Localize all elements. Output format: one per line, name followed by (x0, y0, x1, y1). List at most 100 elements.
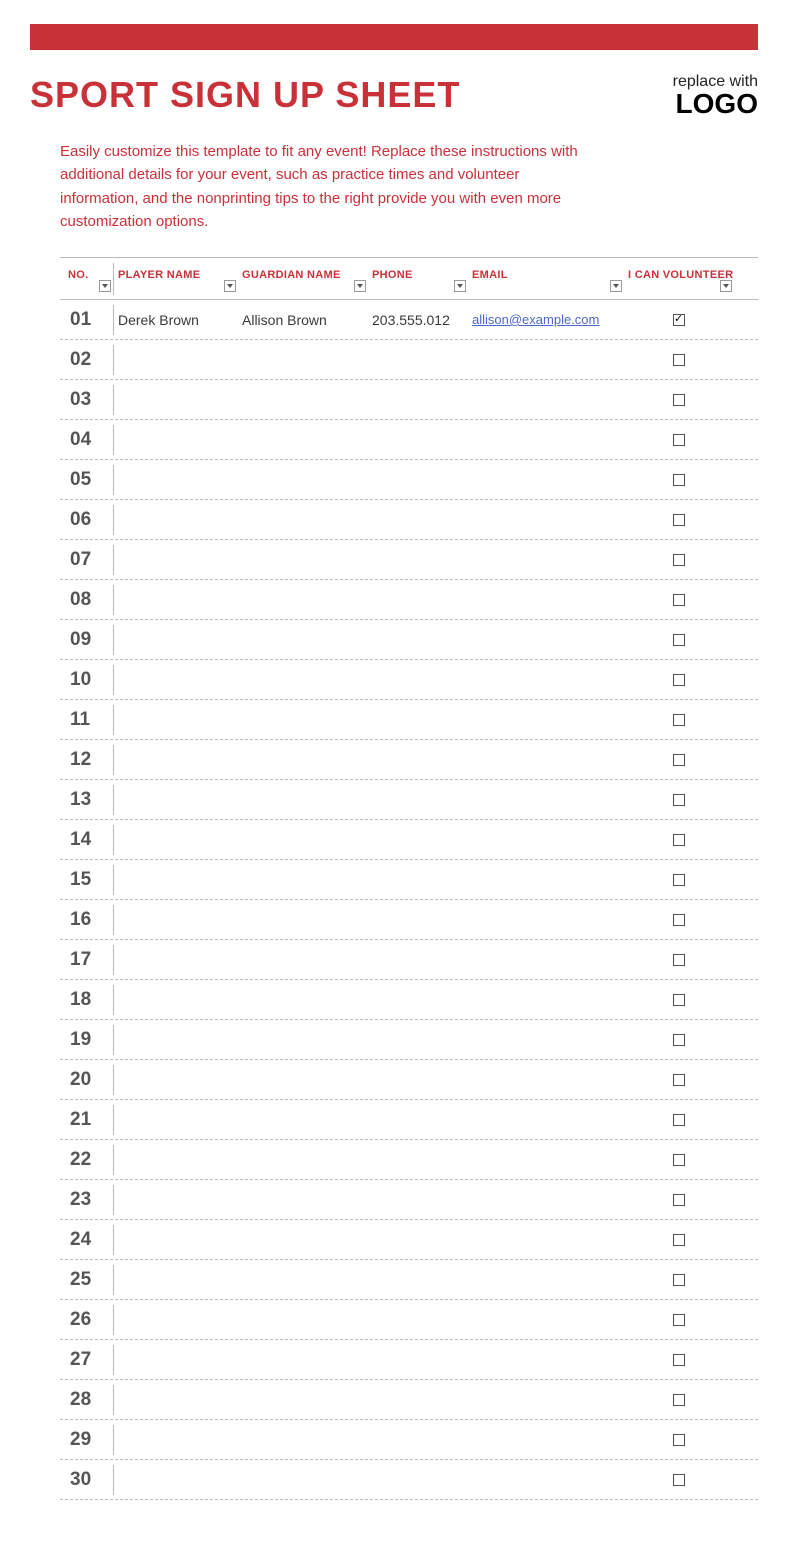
cell-volunteer[interactable] (624, 1150, 734, 1170)
cell-volunteer[interactable] (624, 350, 734, 370)
cell-phone[interactable] (368, 1156, 468, 1164)
cell-phone[interactable] (368, 396, 468, 404)
volunteer-checkbox[interactable] (673, 1034, 685, 1046)
volunteer-checkbox[interactable] (673, 1114, 685, 1126)
cell-phone[interactable] (368, 436, 468, 444)
cell-volunteer[interactable] (624, 1030, 734, 1050)
cell-email[interactable] (468, 516, 624, 524)
cell-volunteer[interactable] (624, 870, 734, 890)
cell-volunteer[interactable] (624, 630, 734, 650)
cell-player[interactable] (114, 516, 238, 524)
cell-email[interactable] (468, 676, 624, 684)
cell-phone[interactable] (368, 796, 468, 804)
col-header-phone[interactable]: PHONE (368, 263, 468, 295)
cell-phone[interactable] (368, 636, 468, 644)
cell-player[interactable] (114, 716, 238, 724)
cell-guardian[interactable] (238, 996, 368, 1004)
volunteer-checkbox[interactable] (673, 554, 685, 566)
filter-dropdown-icon[interactable] (354, 280, 366, 292)
filter-dropdown-icon[interactable] (99, 280, 111, 292)
cell-guardian[interactable] (238, 796, 368, 804)
cell-guardian[interactable] (238, 436, 368, 444)
cell-phone[interactable] (368, 1116, 468, 1124)
cell-phone[interactable] (368, 1356, 468, 1364)
cell-email[interactable] (468, 1436, 624, 1444)
col-header-volunteer[interactable]: I CAN VOLUNTEER (624, 263, 734, 295)
volunteer-checkbox[interactable] (673, 634, 685, 646)
cell-player[interactable] (114, 1156, 238, 1164)
cell-email[interactable] (468, 1236, 624, 1244)
col-header-email[interactable]: EMAIL (468, 263, 624, 295)
cell-email[interactable] (468, 356, 624, 364)
cell-phone[interactable] (368, 1196, 468, 1204)
cell-player[interactable] (114, 1036, 238, 1044)
cell-email[interactable] (468, 876, 624, 884)
cell-volunteer[interactable] (624, 1270, 734, 1290)
cell-email[interactable] (468, 796, 624, 804)
volunteer-checkbox[interactable] (673, 954, 685, 966)
cell-email[interactable] (468, 1076, 624, 1084)
cell-guardian[interactable] (238, 1316, 368, 1324)
cell-guardian[interactable] (238, 756, 368, 764)
filter-dropdown-icon[interactable] (610, 280, 622, 292)
cell-player[interactable] (114, 916, 238, 924)
cell-phone[interactable] (368, 1276, 468, 1284)
cell-email[interactable] (468, 1356, 624, 1364)
cell-volunteer[interactable] (624, 1230, 734, 1250)
volunteer-checkbox[interactable] (673, 354, 685, 366)
cell-volunteer[interactable] (624, 670, 734, 690)
volunteer-checkbox[interactable] (673, 754, 685, 766)
cell-volunteer[interactable] (624, 750, 734, 770)
col-header-player[interactable]: PLAYER NAME (114, 263, 238, 295)
cell-volunteer[interactable] (624, 1430, 734, 1450)
cell-guardian[interactable] (238, 596, 368, 604)
volunteer-checkbox[interactable] (673, 1234, 685, 1246)
cell-volunteer[interactable] (624, 510, 734, 530)
cell-volunteer[interactable] (624, 430, 734, 450)
cell-email[interactable] (468, 636, 624, 644)
cell-email[interactable] (468, 1196, 624, 1204)
cell-email[interactable] (468, 756, 624, 764)
volunteer-checkbox[interactable] (673, 674, 685, 686)
cell-player[interactable] (114, 436, 238, 444)
cell-guardian[interactable] (238, 516, 368, 524)
volunteer-checkbox[interactable] (673, 1074, 685, 1086)
cell-guardian[interactable] (238, 876, 368, 884)
cell-guardian[interactable] (238, 1436, 368, 1444)
cell-guardian[interactable] (238, 1116, 368, 1124)
cell-volunteer[interactable] (624, 830, 734, 850)
cell-email[interactable] (468, 1116, 624, 1124)
cell-email[interactable] (468, 596, 624, 604)
cell-player[interactable] (114, 1276, 238, 1284)
cell-player[interactable] (114, 396, 238, 404)
cell-phone[interactable] (368, 996, 468, 1004)
filter-dropdown-icon[interactable] (720, 280, 732, 292)
cell-email[interactable] (468, 396, 624, 404)
volunteer-checkbox[interactable] (673, 314, 685, 326)
cell-guardian[interactable] (238, 1236, 368, 1244)
volunteer-checkbox[interactable] (673, 514, 685, 526)
cell-player[interactable] (114, 1236, 238, 1244)
cell-phone[interactable] (368, 876, 468, 884)
col-header-no[interactable]: NO. (60, 263, 114, 295)
cell-volunteer[interactable] (624, 1390, 734, 1410)
cell-guardian[interactable] (238, 1196, 368, 1204)
cell-volunteer[interactable] (624, 470, 734, 490)
cell-volunteer[interactable] (624, 1470, 734, 1490)
cell-guardian[interactable] (238, 716, 368, 724)
cell-guardian[interactable] (238, 836, 368, 844)
cell-player[interactable] (114, 1076, 238, 1084)
cell-guardian[interactable] (238, 916, 368, 924)
volunteer-checkbox[interactable] (673, 914, 685, 926)
cell-phone[interactable] (368, 556, 468, 564)
col-header-guardian[interactable]: GUARDIAN NAME (238, 263, 368, 295)
cell-phone[interactable] (368, 1396, 468, 1404)
cell-player[interactable] (114, 636, 238, 644)
cell-volunteer[interactable] (624, 310, 734, 330)
cell-player[interactable] (114, 876, 238, 884)
volunteer-checkbox[interactable] (673, 1394, 685, 1406)
cell-player[interactable] (114, 596, 238, 604)
cell-guardian[interactable]: Allison Brown (238, 308, 368, 332)
cell-email[interactable] (468, 916, 624, 924)
cell-phone[interactable] (368, 676, 468, 684)
